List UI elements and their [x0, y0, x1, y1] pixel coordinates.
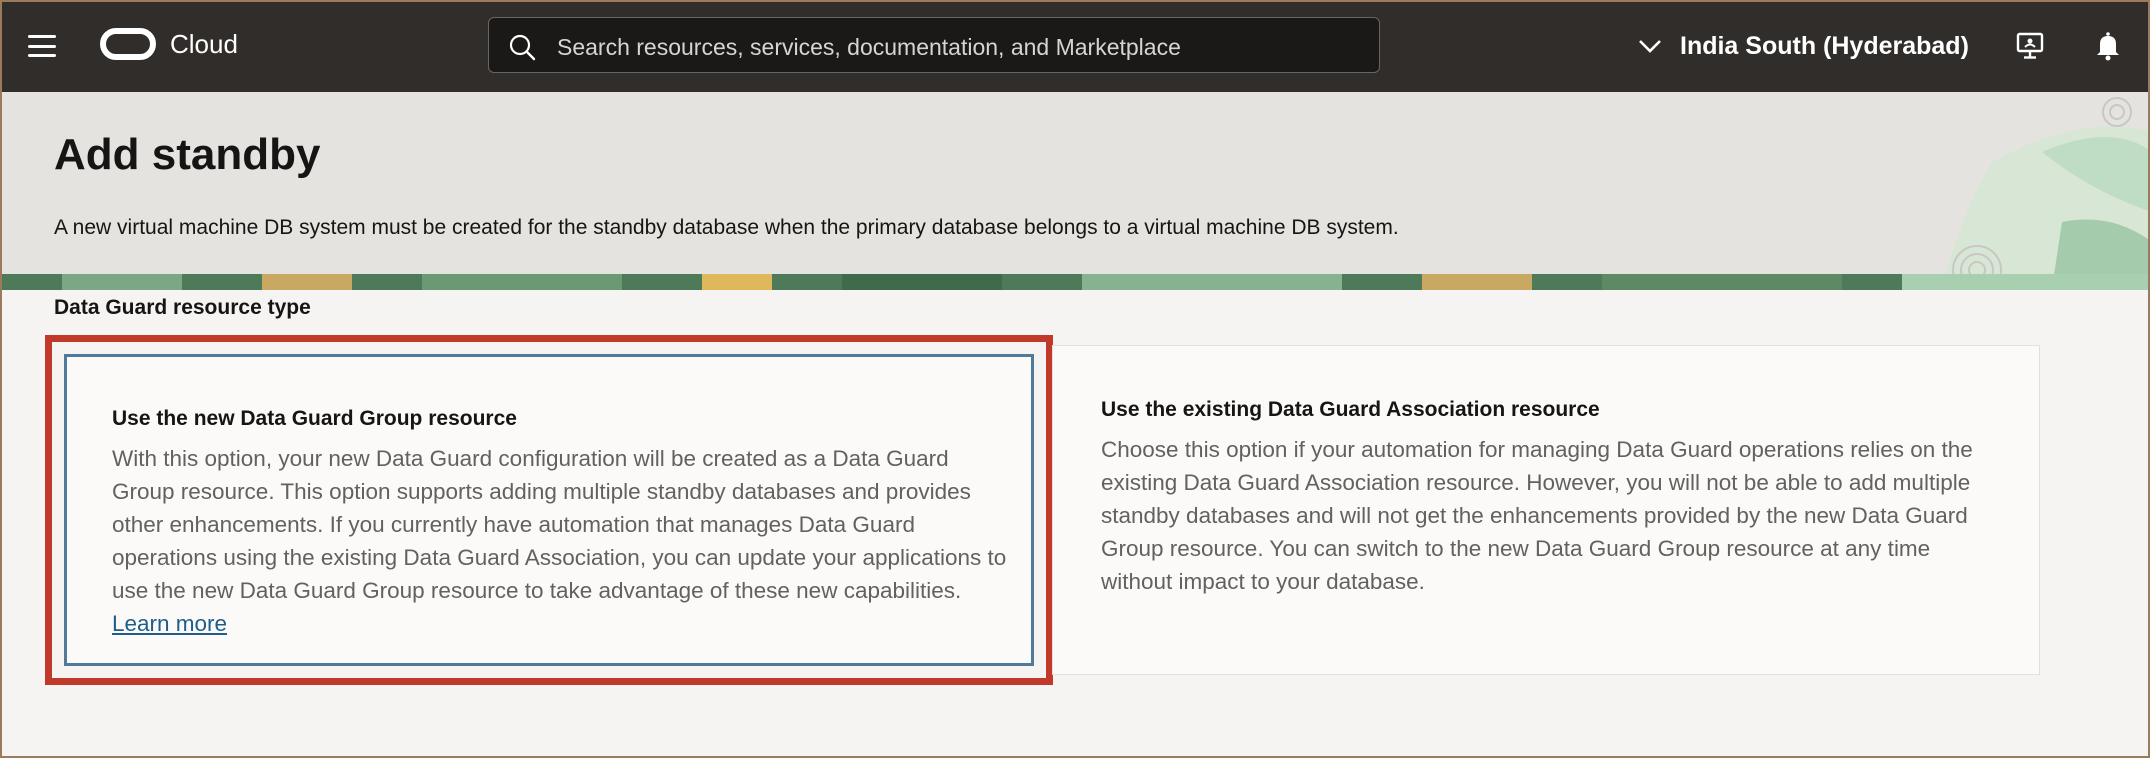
- brand-label[interactable]: Cloud: [170, 29, 238, 60]
- banner-decoration: [1942, 97, 2148, 288]
- app-window: Cloud Search resources, services, docume…: [0, 0, 2150, 758]
- monitor-icon[interactable]: [2014, 30, 2046, 62]
- bell-icon[interactable]: [2092, 30, 2124, 62]
- search-input[interactable]: Search resources, services, documentatio…: [488, 17, 1380, 73]
- highlight-annotation: Use the new Data Guard Group resource Wi…: [45, 335, 1053, 685]
- region-label: India South (Hyderabad): [1680, 31, 1969, 60]
- page-title: Add standby: [54, 130, 321, 179]
- top-navigation-bar: Cloud Search resources, services, docume…: [2, 2, 2148, 92]
- option-card-data-guard-association[interactable]: Use the existing Data Guard Association …: [1052, 345, 2040, 675]
- page-description: A new virtual machine DB system must be …: [54, 216, 1399, 239]
- oracle-logo[interactable]: [100, 28, 156, 60]
- learn-more-link[interactable]: Learn more: [112, 611, 227, 636]
- page-banner: [2, 92, 2148, 288]
- section-label: Data Guard resource type: [54, 296, 311, 319]
- option-card-data-guard-group[interactable]: Use the new Data Guard Group resource Wi…: [64, 354, 1034, 666]
- option-title: Use the new Data Guard Group resource: [112, 407, 517, 430]
- search-icon: [509, 34, 536, 61]
- chevron-down-icon: [1639, 40, 1661, 53]
- region-selector[interactable]: India South (Hyderabad): [1638, 28, 1969, 64]
- option-description: With this option, your new Data Guard co…: [112, 446, 1007, 636]
- search-placeholder: Search resources, services, documentatio…: [557, 34, 1181, 60]
- banner-bottom-decoration: [2, 274, 2148, 290]
- option-title: Use the existing Data Guard Association …: [1101, 398, 1600, 421]
- menu-icon[interactable]: [28, 35, 56, 57]
- option-description: Choose this option if your automation fo…: [1101, 437, 1973, 594]
